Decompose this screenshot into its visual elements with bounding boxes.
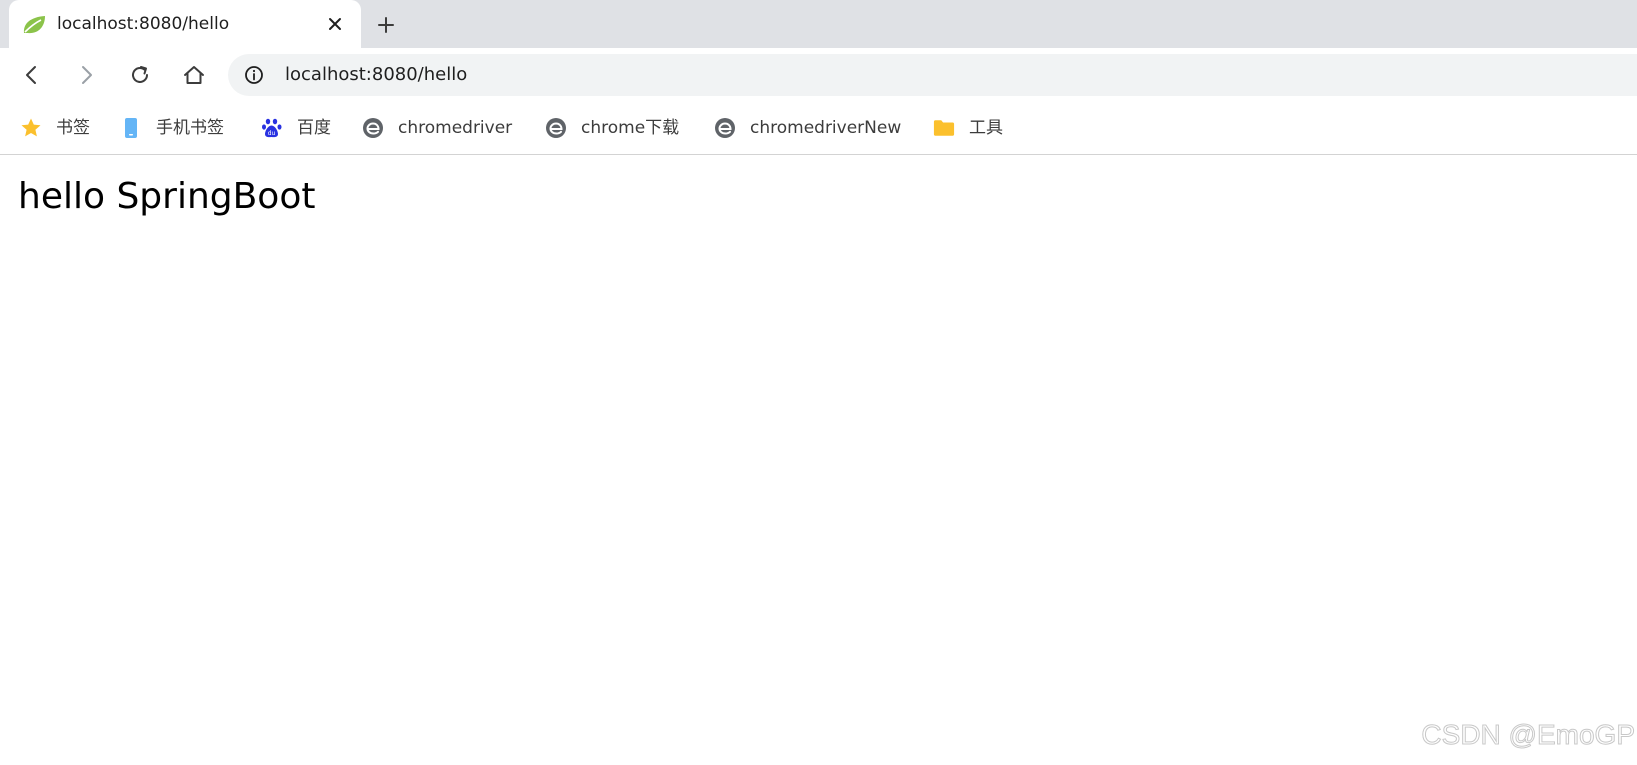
page-content: hello SpringBoot CSDN @EmoGP: [0, 155, 1637, 765]
reload-button[interactable]: [126, 61, 154, 89]
svg-text:du: du: [268, 130, 276, 137]
watermark: CSDN @EmoGP: [1421, 719, 1636, 751]
tab-strip: localhost:8080/hello: [0, 0, 1637, 48]
bookmark-item-chromedriver[interactable]: chromedriver: [362, 115, 512, 141]
bookmark-label: chrome下载: [581, 118, 680, 138]
bookmarks-bar: 书签 手机书签 du 百度 chromedriver chrome下载 chro…: [0, 102, 1637, 155]
baidu-paw-icon: du: [261, 117, 283, 139]
bookmark-label: chromedriver: [398, 118, 513, 138]
bookmark-label: 百度: [297, 118, 331, 138]
bookmark-label: 书签: [56, 118, 90, 138]
close-icon[interactable]: [326, 15, 344, 33]
bookmark-item-baidu[interactable]: du 百度: [261, 115, 331, 141]
browser-toolbar: localhost:8080/hello: [0, 48, 1637, 102]
bookmark-item-tools[interactable]: 工具: [933, 115, 1003, 141]
back-icon: [26, 66, 36, 84]
spring-leaf-icon: [21, 14, 47, 36]
reload-icon: [132, 66, 148, 83]
address-bar[interactable]: localhost:8080/hello: [228, 54, 1637, 96]
e-logo-icon: [362, 117, 384, 139]
e-logo-icon: [714, 117, 736, 139]
bookmark-label: chromedriverNew: [750, 118, 902, 138]
new-tab-button[interactable]: [374, 13, 398, 37]
home-icon: [184, 66, 204, 84]
bookmark-label: 手机书签: [156, 118, 224, 138]
home-button[interactable]: [180, 61, 208, 89]
plus-icon: [378, 17, 394, 33]
url-text[interactable]: localhost:8080/hello: [285, 64, 467, 86]
page-heading: hello SpringBoot: [18, 176, 316, 217]
folder-icon: [933, 117, 955, 139]
tab-title: localhost:8080/hello: [57, 14, 230, 34]
bookmark-item-chrome-download[interactable]: chrome下载: [545, 115, 679, 141]
e-logo-icon: [545, 117, 567, 139]
bookmark-item-mobile[interactable]: 手机书签: [120, 115, 224, 141]
star-icon: [20, 117, 42, 139]
mobile-icon: [120, 117, 142, 139]
bookmark-item-bookmarks[interactable]: 书签: [20, 115, 90, 141]
back-button[interactable]: [18, 61, 46, 89]
tab-active[interactable]: localhost:8080/hello: [9, 0, 361, 48]
bookmark-item-chromedriver-new[interactable]: chromedriverNew: [714, 115, 901, 141]
forward-button[interactable]: [72, 61, 100, 89]
forward-icon: [82, 66, 92, 84]
info-icon[interactable]: [244, 65, 264, 85]
bookmark-label: 工具: [969, 118, 1003, 138]
